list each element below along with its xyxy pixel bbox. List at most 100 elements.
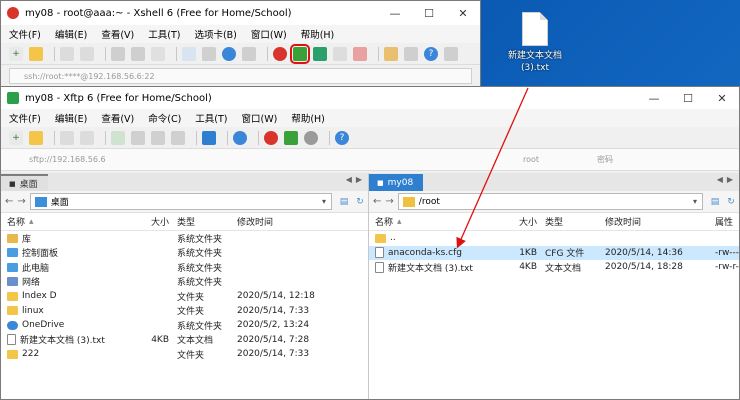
xshell-launch-icon[interactable] bbox=[264, 130, 278, 145]
help-icon[interactable]: ? bbox=[335, 130, 349, 145]
parent-directory-row[interactable]: .. bbox=[369, 231, 739, 246]
local-path-combobox[interactable]: 桌面 ▾ bbox=[29, 193, 332, 210]
globe-icon[interactable] bbox=[222, 46, 236, 61]
menu-edit[interactable]: 编辑(E) bbox=[55, 111, 87, 125]
refresh-icon[interactable]: ↻ bbox=[352, 197, 368, 207]
sftp-address-input[interactable]: sftp://192.168.56.6 bbox=[1, 155, 371, 164]
open-folder-icon[interactable] bbox=[29, 130, 43, 145]
tab-prev-icon[interactable]: ◀ bbox=[717, 175, 723, 184]
remote-user-input[interactable]: root bbox=[371, 155, 539, 164]
chevron-down-icon[interactable]: ▾ bbox=[688, 197, 702, 206]
disconnect-icon[interactable] bbox=[80, 130, 94, 145]
forward-icon[interactable]: → bbox=[385, 196, 393, 207]
lock-icon[interactable] bbox=[333, 46, 347, 61]
xftp-icon[interactable] bbox=[284, 130, 298, 145]
file-row[interactable]: OneDrive 系统文件夹 2020/5/2, 13:24 bbox=[1, 318, 368, 333]
link-icon[interactable] bbox=[60, 46, 74, 61]
properties-icon[interactable] bbox=[151, 130, 165, 145]
maximize-button[interactable]: ☐ bbox=[412, 1, 446, 25]
forward-icon[interactable]: → bbox=[17, 196, 25, 207]
xshell-address-bar[interactable]: ssh://root:****@192.168.56.6:22 bbox=[9, 68, 472, 84]
file-row[interactable]: anaconda-ks.cfg 1KB CFG 文件 2020/5/14, 14:36… bbox=[369, 245, 739, 260]
folder-up-icon[interactable]: ▤ bbox=[336, 197, 352, 207]
column-size[interactable]: 大小 bbox=[515, 215, 541, 228]
font-icon[interactable] bbox=[202, 46, 216, 61]
xftp-titlebar[interactable]: my08 - Xftp 6 (Free for Home/School) — ☐… bbox=[1, 87, 739, 109]
file-row[interactable]: 控制面板 系统文件夹 bbox=[1, 246, 368, 261]
minimize-button[interactable]: — bbox=[378, 1, 412, 25]
menu-view[interactable]: 查看(V) bbox=[101, 111, 134, 125]
disconnect-icon[interactable] bbox=[80, 46, 94, 61]
tile-icon[interactable] bbox=[404, 46, 418, 61]
column-name[interactable]: 名称 ▴ bbox=[1, 215, 147, 229]
menu-help[interactable]: 帮助(H) bbox=[291, 111, 325, 125]
file-row[interactable]: Index D 文件夹 2020/5/14, 12:18 bbox=[1, 289, 368, 304]
tab-prev-icon[interactable]: ◀ bbox=[346, 175, 352, 184]
column-name[interactable]: 名称 ▴ bbox=[369, 215, 515, 229]
menu-tools[interactable]: 工具(T) bbox=[148, 27, 180, 41]
menu-window[interactable]: 窗口(W) bbox=[242, 111, 278, 125]
tab-local-desktop[interactable]: ■ 桌面 bbox=[1, 174, 48, 191]
menu-help[interactable]: 帮助(H) bbox=[301, 27, 335, 41]
file-row[interactable]: 网络 系统文件夹 bbox=[1, 275, 368, 290]
gear-icon[interactable] bbox=[304, 130, 318, 145]
remote-path-combobox[interactable]: /root ▾ bbox=[397, 193, 703, 210]
tab-next-icon[interactable]: ▶ bbox=[356, 175, 362, 184]
globe-icon[interactable] bbox=[233, 130, 247, 145]
transfer-icon[interactable] bbox=[202, 130, 216, 145]
new-file-transfer-icon[interactable] bbox=[290, 43, 310, 64]
script-icon[interactable] bbox=[353, 46, 367, 61]
file-row[interactable]: 此电脑 系统文件夹 bbox=[1, 260, 368, 275]
tab-next-icon[interactable]: ▶ bbox=[727, 175, 733, 184]
remote-password-input[interactable]: 密码 bbox=[523, 154, 613, 165]
fullscreen-icon[interactable] bbox=[313, 46, 327, 61]
menu-view[interactable]: 查看(V) bbox=[101, 27, 134, 41]
delete-icon[interactable] bbox=[171, 130, 185, 145]
column-attributes[interactable]: 属性 bbox=[711, 215, 739, 228]
properties-icon[interactable] bbox=[182, 46, 196, 61]
menu-command[interactable]: 命令(C) bbox=[148, 111, 181, 125]
menu-tab[interactable]: 选项卡(B) bbox=[194, 27, 236, 41]
file-row[interactable]: 222 文件夹 2020/5/14, 7:33 bbox=[1, 347, 368, 362]
menu-tools[interactable]: 工具(T) bbox=[195, 111, 227, 125]
view-mode-icon[interactable] bbox=[131, 130, 145, 145]
help-icon[interactable]: ? bbox=[424, 46, 438, 61]
xshell-titlebar[interactable]: my08 - root@aaa:~ - Xshell 6 (Free for H… bbox=[1, 1, 480, 25]
back-icon[interactable]: ← bbox=[5, 196, 13, 207]
file-row[interactable]: 新建文本文档 (3).txt 4KB 文本文档 2020/5/14, 7:28 bbox=[1, 333, 368, 348]
file-row[interactable]: linux 文件夹 2020/5/14, 7:33 bbox=[1, 304, 368, 319]
menu-file[interactable]: 文件(F) bbox=[9, 27, 41, 41]
refresh-icon[interactable] bbox=[111, 130, 125, 145]
menu-window[interactable]: 窗口(W) bbox=[251, 27, 287, 41]
file-row[interactable]: 新建文本文档 (3).txt 4KB 文本文档 2020/5/14, 18:28 -rw… bbox=[369, 260, 739, 275]
copy-icon[interactable] bbox=[111, 46, 125, 61]
link-icon[interactable] bbox=[60, 130, 74, 145]
layout-icon[interactable] bbox=[242, 46, 256, 61]
column-type[interactable]: 类型 bbox=[173, 215, 233, 228]
minimize-button[interactable]: — bbox=[637, 86, 671, 110]
desktop-file-icon[interactable]: 新建文本文档 (3).txt bbox=[500, 12, 570, 74]
file-row[interactable]: 库 系统文件夹 bbox=[1, 231, 368, 246]
menu-file[interactable]: 文件(F) bbox=[9, 111, 41, 125]
column-type[interactable]: 类型 bbox=[541, 215, 601, 228]
tab-remote-session[interactable]: ■ my08 bbox=[369, 174, 424, 191]
compose-icon[interactable] bbox=[384, 46, 398, 61]
refresh-icon[interactable]: ↻ bbox=[723, 197, 739, 207]
maximize-button[interactable]: ☐ bbox=[671, 86, 705, 110]
close-button[interactable]: ✕ bbox=[705, 86, 739, 110]
back-icon[interactable]: ← bbox=[373, 196, 381, 207]
column-size[interactable]: 大小 bbox=[147, 215, 173, 228]
column-modified[interactable]: 修改时间 bbox=[233, 215, 363, 228]
paste-icon[interactable] bbox=[131, 46, 145, 61]
close-button[interactable]: ✕ bbox=[446, 1, 480, 25]
info-icon[interactable] bbox=[444, 46, 458, 61]
open-folder-icon[interactable] bbox=[29, 46, 43, 61]
new-session-icon[interactable]: + bbox=[9, 130, 23, 145]
folder-up-icon[interactable]: ▤ bbox=[707, 197, 723, 207]
menu-edit[interactable]: 编辑(E) bbox=[55, 27, 87, 41]
new-session-icon[interactable]: + bbox=[9, 46, 23, 61]
column-modified[interactable]: 修改时间 bbox=[601, 215, 711, 228]
chevron-down-icon[interactable]: ▾ bbox=[317, 197, 331, 206]
find-icon[interactable] bbox=[151, 46, 165, 61]
xmanager-icon[interactable] bbox=[273, 46, 287, 61]
